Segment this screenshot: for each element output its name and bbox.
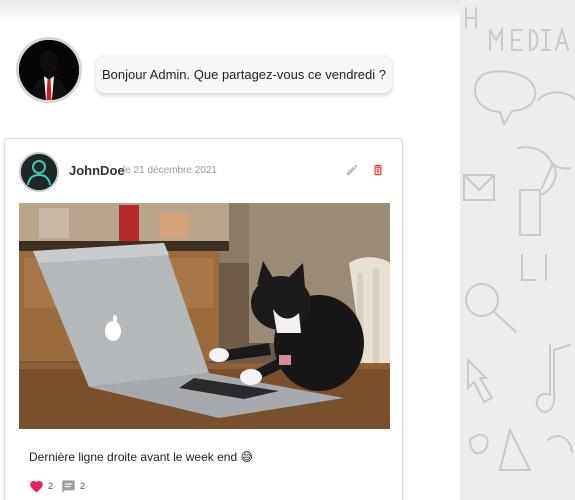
social-doodle-illustration	[463, 7, 575, 471]
trash-icon	[373, 164, 383, 176]
feed-column: Bonjour Admin. Que partagez-vous ce vend…	[0, 0, 460, 500]
post-date: le 21 décembre 2021	[123, 165, 217, 176]
edit-post-button[interactable]	[345, 163, 359, 177]
post-author-avatar[interactable]	[19, 152, 59, 192]
like-button[interactable]: 2	[29, 479, 53, 493]
comment-count: 2	[80, 481, 86, 491]
comment-button[interactable]: 2	[61, 479, 85, 493]
user-placeholder-icon	[21, 154, 57, 190]
delete-post-button[interactable]	[371, 163, 385, 177]
pencil-icon	[346, 164, 358, 176]
greeting-text: Bonjour Admin. Que partagez-vous ce vend…	[101, 66, 386, 82]
current-user-avatar[interactable]	[16, 37, 82, 103]
heart-icon	[30, 481, 43, 493]
post-text: Dernière ligne droite avant le week end …	[29, 450, 253, 464]
cat-laptop-image	[19, 203, 390, 429]
post-author-name[interactable]: JohnDoe	[69, 163, 125, 178]
post-image[interactable]	[19, 203, 390, 429]
background-doodle-panel	[460, 0, 575, 500]
like-count: 2	[48, 481, 54, 491]
new-post-prompt[interactable]: Bonjour Admin. Que partagez-vous ce vend…	[96, 55, 392, 93]
post-card: JohnDoe le 21 décembre 2021 Dernière lig…	[4, 138, 403, 500]
user-silhouette-icon	[19, 40, 79, 100]
comment-icon	[62, 480, 75, 493]
